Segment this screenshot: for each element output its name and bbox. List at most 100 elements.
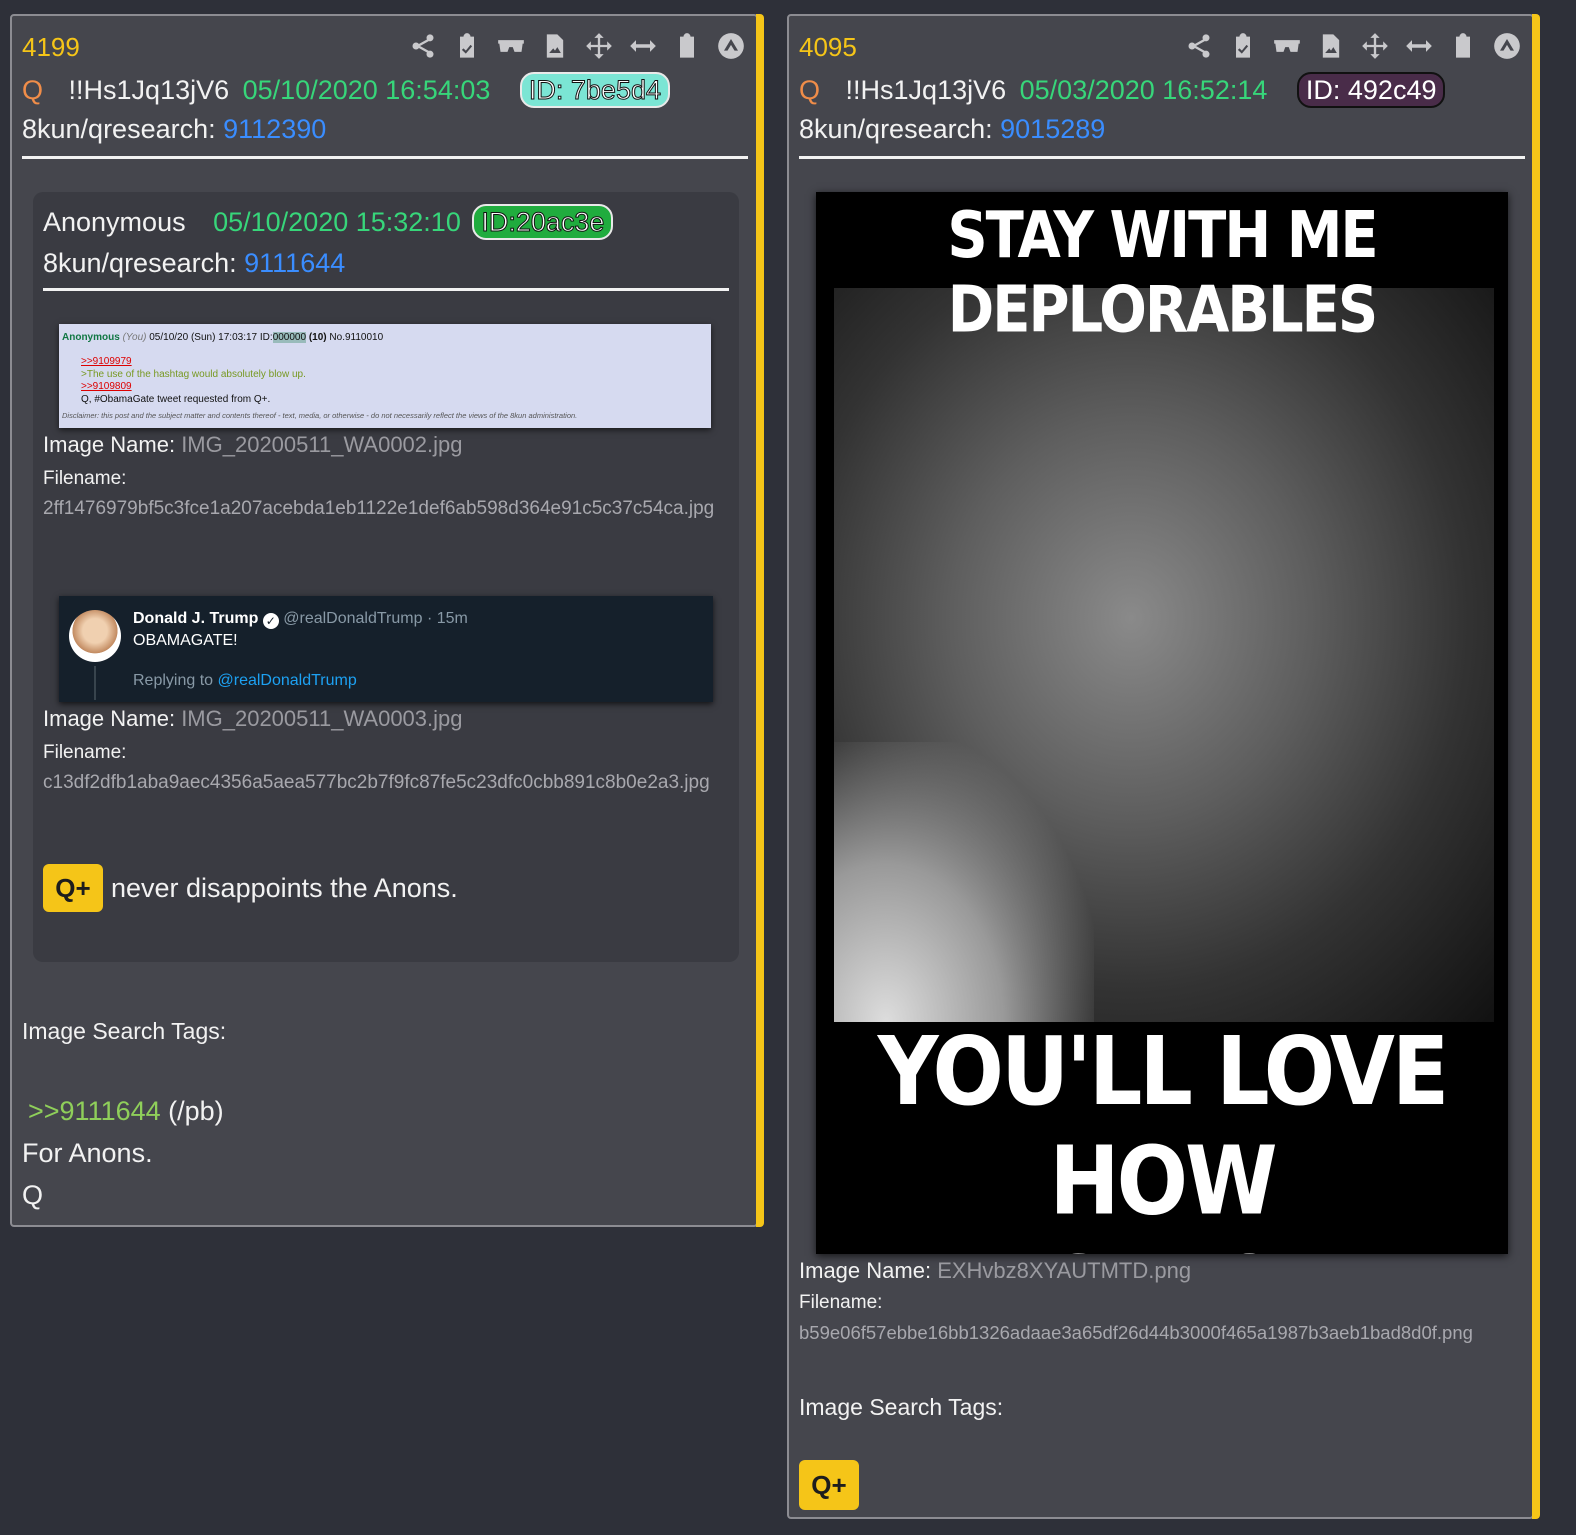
filename-value: 2ff1476979bf5c3fce1a207acebda1eb1122e1de… [43, 498, 715, 519]
meme-bottom-line-2: THIS MOVIE ENDS [816, 1236, 1508, 1254]
screenshot-header: Anonymous (You) 05/10/20 (Sun) 17:03:17 … [62, 332, 383, 343]
author-q: Q [799, 75, 821, 105]
tweet-name: Donald J. Trump [133, 610, 259, 627]
image-name-value: EXHvbz8XYAUTMTD.png [937, 1258, 1192, 1283]
quoted-header: Anonymous 05/10/2020 15:32:10 ID:20ac3e [43, 204, 614, 240]
board-line: 8kun/qresearch: 9112390 [22, 114, 326, 145]
quoted-divider [43, 288, 729, 291]
tripcode: !!Hs1Jq13jV6 [68, 75, 230, 105]
tweet-reply-handle: @realDonaldTrump [217, 672, 357, 689]
quoted-date: 05/10/2020 15:32:10 [213, 207, 461, 237]
avatar [69, 610, 121, 662]
meme-image[interactable]: STAY WITH ME DEPLORABLES YOU'LL LOVE HOW… [816, 192, 1508, 1254]
post-number: 4199 [22, 32, 80, 62]
meme-top-text: STAY WITH ME DEPLORABLES [947, 198, 1378, 348]
filename-label: Filename: [799, 1292, 883, 1313]
board-label: 8kun/qresearch: [22, 114, 216, 144]
board-line: 8kun/qresearch: 9015289 [799, 114, 1105, 145]
accent-bar [756, 14, 764, 1227]
signature-q: Q [22, 1180, 44, 1210]
post-header: Q !!Hs1Jq13jV6 05/10/2020 16:54:03 ID: 7… [22, 72, 670, 108]
quoted-board-label: 8kun/qresearch: [43, 248, 237, 278]
clipboard-icon[interactable] [1446, 30, 1480, 62]
arrows-horizontal-icon[interactable] [626, 30, 660, 62]
filename-label: Filename: [43, 468, 127, 489]
image-search-tags-label: Image Search Tags: [799, 1394, 1004, 1420]
screenshot-line3: >>9109809 [81, 381, 132, 392]
reply-line: >>9111644 (/pb) [22, 1096, 224, 1127]
post-link[interactable]: 9112390 [223, 114, 326, 144]
clipboard-icon[interactable] [670, 30, 704, 62]
tweet-reply-label: Replying to [133, 672, 214, 689]
author-q: Q [22, 75, 44, 105]
image-name-label: Image Name: [799, 1258, 932, 1283]
post-number: 4095 [799, 32, 857, 62]
screenshot-body: >>9109979 >The use of the hashtag would … [81, 356, 306, 406]
move-icon[interactable] [582, 30, 616, 62]
share-icon[interactable] [1182, 30, 1216, 62]
image-name-label: Image Name: [43, 706, 176, 731]
arrow-up-circle-icon[interactable] [714, 30, 748, 62]
message-line: Q+ never disappoints the Anons. [43, 864, 458, 912]
tweet-handle: @realDonaldTrump · 15m [283, 610, 468, 627]
tweet-text: OBAMAGATE! [133, 632, 238, 649]
post-header: Q !!Hs1Jq13jV6 05/03/2020 16:52:14 ID: 4… [799, 72, 1446, 108]
post-date: 05/03/2020 16:52:14 [1019, 75, 1268, 105]
screenshot-line4: Q, #ObamaGate tweet requested from Q+. [81, 393, 271, 405]
reply-link[interactable]: >>9111644 [28, 1096, 161, 1126]
screenshot-date: 05/10/20 (Sun) 17:03:17 [149, 332, 258, 343]
portrait-photo [834, 288, 1494, 1022]
collar-shape [834, 742, 1094, 1022]
post-toolbar [1182, 30, 1524, 62]
post-card-right: 4095 Q !!Hs1Jq13jV6 05/03/2020 16:52:14 … [787, 14, 1540, 1519]
screenshot-line1: >>9109979 [81, 356, 132, 367]
screenshot-id-label: ID: [259, 332, 273, 343]
arrows-horizontal-icon[interactable] [1402, 30, 1436, 62]
verified-icon: ✓ [262, 613, 279, 629]
clipboard-check-icon[interactable] [1226, 30, 1260, 62]
image-name-value: IMG_20200511_WA0003.jpg [181, 706, 463, 731]
meme-bottom-line-1: YOU'LL LOVE HOW [877, 1016, 1450, 1236]
divider [22, 156, 748, 159]
screenshot-you: (You) [122, 332, 147, 343]
share-icon[interactable] [406, 30, 440, 62]
glasses-icon[interactable] [1270, 30, 1304, 62]
arrow-up-circle-icon[interactable] [1490, 30, 1524, 62]
file-image-icon[interactable] [1314, 30, 1348, 62]
filename-label: Filename: [43, 742, 127, 763]
image-name: Image Name: EXHvbz8XYAUTMTD.png [799, 1258, 1191, 1284]
screenshot-disclaimer: Disclaimer: this post and the subject ma… [62, 411, 578, 420]
accent-bar [1532, 14, 1540, 1519]
filename-value: b59e06f57ebbe16bb1326adaae3a65df26d44b30… [799, 1322, 1473, 1343]
screenshot-count: (10) [308, 332, 327, 343]
tripcode: !!Hs1Jq13jV6 [845, 75, 1007, 105]
q-plus-badge: Q+ [799, 1460, 859, 1510]
id-badge[interactable]: ID: 492c49 [1296, 72, 1446, 108]
board-label: 8kun/qresearch: [799, 114, 993, 144]
meme-bottom-text: YOU'LL LOVE HOW THIS MOVIE ENDS [816, 1016, 1508, 1254]
quoted-id-badge[interactable]: ID:20ac3e [472, 204, 614, 240]
quoted-post: Anonymous 05/10/2020 15:32:10 ID:20ac3e … [33, 192, 739, 962]
image-name-value: IMG_20200511_WA0002.jpg [181, 432, 463, 457]
screenshot-id: 000000 [272, 332, 307, 343]
image2-name: Image Name: IMG_20200511_WA0003.jpg [43, 706, 463, 732]
board-screenshot-image[interactable]: Anonymous (You) 05/10/20 (Sun) 17:03:17 … [59, 324, 711, 428]
clipboard-check-icon[interactable] [450, 30, 484, 62]
post-link[interactable]: 9015289 [1000, 114, 1105, 144]
reply-suffix: (/pb) [168, 1096, 224, 1126]
post-toolbar [406, 30, 748, 62]
quoted-author: Anonymous [43, 207, 186, 237]
post-date: 05/10/2020 16:54:03 [242, 75, 491, 105]
glasses-icon[interactable] [494, 30, 528, 62]
move-icon[interactable] [1358, 30, 1392, 62]
message-text: never disappoints the Anons. [111, 872, 458, 903]
for-anons-text: For Anons. [22, 1138, 153, 1168]
file-image-icon[interactable] [538, 30, 572, 62]
id-badge[interactable]: ID: 7be5d4 [519, 72, 670, 108]
tweet-header: Donald J. Trump ✓ @realDonaldTrump · 15m [133, 610, 468, 629]
tweet-screenshot-image[interactable]: Donald J. Trump ✓ @realDonaldTrump · 15m… [59, 596, 713, 702]
quoted-post-link[interactable]: 9111644 [244, 248, 345, 278]
divider [799, 156, 1525, 159]
screenshot-no: No.9110010 [329, 332, 384, 343]
post-card-left: 4199 Q !!Hs1Jq13jV6 05/10/2020 16:54:03 … [10, 14, 764, 1227]
